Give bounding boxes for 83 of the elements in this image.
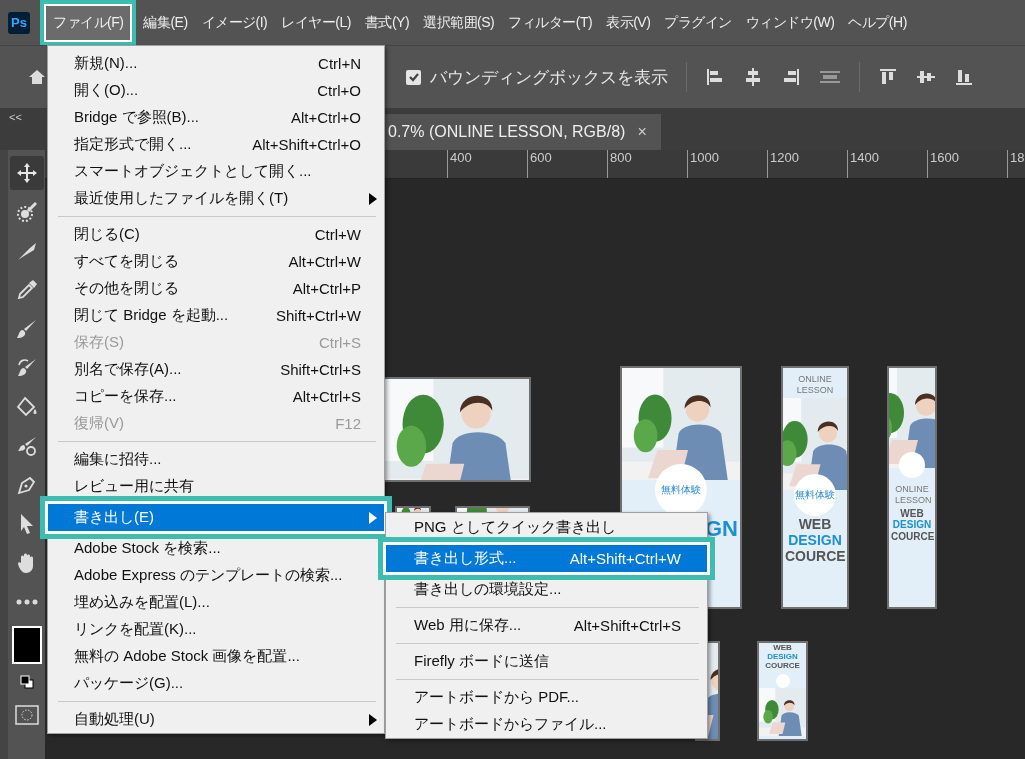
close-tab-button[interactable]: × <box>637 123 647 141</box>
submenu-arrow-icon <box>368 192 377 205</box>
artboard-heading: DESIGN <box>787 531 843 548</box>
menu-item[interactable]: レイヤー(L) <box>274 5 358 40</box>
artboard-heading: COURCE <box>784 547 847 564</box>
ruler-label: 18 <box>1007 150 1025 178</box>
color-swatch-icon <box>11 626 42 664</box>
menu-item[interactable]: PNG としてクイック書き出し <box>386 514 707 541</box>
menu-item[interactable]: アートボードから PDF... <box>386 684 707 711</box>
artboard-caption: ONLINE LESSON <box>795 373 835 397</box>
artboard-heading: COURCE <box>764 661 801 671</box>
home-icon[interactable] <box>28 68 46 86</box>
menu-item[interactable]: アートボードからファイル... <box>386 711 707 738</box>
align-top-icon[interactable] <box>878 67 898 87</box>
ruler-label: 600 <box>527 150 607 178</box>
menu-item[interactable]: 表示(V) <box>599 5 658 40</box>
quick-select-icon <box>15 200 38 223</box>
ruler-label: 1200 <box>767 150 847 178</box>
menu-item[interactable]: スマートオブジェクトとして開く... <box>48 158 384 185</box>
tool-button[interactable] <box>9 155 44 190</box>
menu-item[interactable]: ヘルプ(H) <box>841 5 914 40</box>
ruler-label: 1400 <box>847 150 927 178</box>
menu-item[interactable]: プラグイン <box>657 5 739 40</box>
document-title: 0.7% (ONLINE LESSON, RGB/8) <box>388 123 626 141</box>
menu-item[interactable]: Adobe Stock を検索... <box>48 535 384 562</box>
menu-item[interactable]: 編集(E) <box>136 5 195 40</box>
default-colors-icon <box>19 675 34 689</box>
menu-item[interactable]: フィルター(T) <box>501 5 600 40</box>
menu-item[interactable]: 自動処理(U) <box>48 706 384 733</box>
menu-item[interactable]: 開く(O)... Ctrl+O <box>48 77 384 104</box>
menu-item[interactable]: Adobe Express のテンプレートの検索... <box>48 562 384 589</box>
paint-bucket-icon <box>15 395 38 418</box>
menu-item[interactable]: 無料の Adobe Stock 画像を配置... <box>48 643 384 670</box>
quick-mask-icon <box>14 704 39 725</box>
checkbox-label: バウンディングボックスを表示 <box>430 66 668 89</box>
menu-item[interactable]: 閉じる(C) Ctrl+W <box>48 221 384 248</box>
menu-item[interactable]: コピーを保存... Alt+Ctrl+S <box>48 383 384 410</box>
more-icon <box>15 597 38 606</box>
submenu-arrow-icon <box>368 713 377 726</box>
menu-item[interactable]: Web 用に保存... Alt+Shift+Ctrl+S <box>386 612 707 639</box>
menu-item[interactable]: レビュー用に共有 <box>48 473 384 500</box>
menu-item[interactable]: 埋め込みを配置(L)... <box>48 589 384 616</box>
artboard-heading: WEB <box>772 643 793 653</box>
menu-item[interactable]: 閉じて Bridge を起動... Shift+Ctrl+W <box>48 302 384 329</box>
menu-item[interactable]: 編集に招待... <box>48 446 384 473</box>
align-center-icon[interactable] <box>743 67 763 87</box>
artboard-caption: ONLINE LESSON <box>894 483 933 507</box>
menu-item[interactable]: その他を閉じる Alt+Ctrl+P <box>48 275 384 302</box>
menu-item[interactable]: Firefly ボードに送信 <box>386 648 707 675</box>
artboard-heading: DESIGN <box>766 652 799 662</box>
menu-item[interactable]: すべてを閉じる Alt+Ctrl+W <box>48 248 384 275</box>
mixer-brush-icon <box>15 434 38 457</box>
menu-item[interactable]: 書式(Y) <box>357 5 417 40</box>
badge <box>899 452 925 478</box>
artboard-heading: COURCE <box>890 530 935 543</box>
menu-item[interactable]: 選択範囲(S) <box>416 5 502 40</box>
menu-item[interactable]: 最近使用したファイルを開く(T) <box>48 185 384 212</box>
app-logo: Ps <box>8 11 30 34</box>
menu-item[interactable]: リンクを配置(K)... <box>48 616 384 643</box>
submenu-arrow-icon <box>368 511 377 524</box>
ruler-label: 1000 <box>687 150 767 178</box>
history-brush-icon <box>15 356 38 379</box>
menu-item[interactable]: 書き出しの環境設定... <box>386 576 707 603</box>
checkbox[interactable] <box>406 69 421 85</box>
menu-item[interactable]: パッケージ(G)... <box>48 670 384 697</box>
ruler-label: 1600 <box>927 150 1007 178</box>
menu-item[interactable]: ウィンドウ(W) <box>738 5 842 40</box>
ruler-label: 400 <box>447 150 527 178</box>
panel-collapse-toggle[interactable]: << <box>9 111 22 123</box>
menu-item[interactable]: 新規(N)... Ctrl+N <box>48 50 384 77</box>
menu-item[interactable]: 別名で保存(A)... Shift+Ctrl+S <box>48 356 384 383</box>
badge <box>775 673 790 688</box>
artboard-heading: DESIGN <box>891 519 933 531</box>
brush-icon <box>15 317 38 340</box>
align-bottom-icon[interactable] <box>954 67 974 87</box>
menu-item[interactable]: イメージ(I) <box>194 5 275 40</box>
ruler-label: 800 <box>607 150 687 178</box>
eyedropper-icon <box>15 278 38 301</box>
align-left-icon[interactable] <box>705 67 725 87</box>
align-right-icon[interactable] <box>781 67 801 87</box>
artboard-heading: WEB <box>899 507 925 520</box>
move-icon <box>15 161 38 184</box>
artboard-heading: WEB <box>797 515 833 532</box>
